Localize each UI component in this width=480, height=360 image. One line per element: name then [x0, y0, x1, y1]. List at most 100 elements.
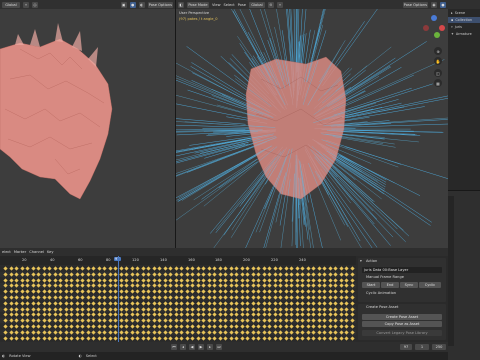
- keyframe[interactable]: [305, 330, 311, 335]
- copy-pose-as-asset-button[interactable]: Copy Pose as Asset: [362, 321, 442, 327]
- keyframe[interactable]: [107, 312, 113, 318]
- outliner-panel[interactable]: ▸ Scene ▪ Collection ▿ juris ✦ Armature: [448, 0, 480, 360]
- keyframe[interactable]: [344, 318, 349, 323]
- keyframe[interactable]: [74, 330, 80, 335]
- keyframe[interactable]: [107, 266, 113, 271]
- keyframe[interactable]: [146, 295, 151, 300]
- keyframe[interactable]: [245, 289, 250, 294]
- keyframe[interactable]: [19, 301, 25, 306]
- keyframe[interactable]: [212, 283, 217, 289]
- keyframe[interactable]: [261, 330, 267, 335]
- keyframe[interactable]: [173, 312, 179, 318]
- keyframe[interactable]: [113, 306, 118, 312]
- keyframe[interactable]: [223, 272, 228, 277]
- keyframe[interactable]: [234, 272, 239, 277]
- keyframe[interactable]: [118, 324, 124, 329]
- keyframe[interactable]: [96, 301, 102, 306]
- keyframe[interactable]: [333, 283, 338, 289]
- keyframe[interactable]: [228, 277, 234, 283]
- keyframe[interactable]: [113, 277, 118, 283]
- keyframe[interactable]: [344, 330, 349, 335]
- keyframe[interactable]: [327, 301, 333, 306]
- keyframe[interactable]: [113, 272, 118, 277]
- keyframe[interactable]: [261, 324, 267, 329]
- keyframe[interactable]: [173, 272, 179, 277]
- channel-row[interactable]: [0, 335, 356, 341]
- keyframe[interactable]: [96, 330, 102, 335]
- keyframe[interactable]: [223, 266, 228, 271]
- keyframe[interactable]: [157, 312, 162, 318]
- keyframe[interactable]: [349, 318, 355, 323]
- gizmo-y-axis-icon[interactable]: [434, 32, 440, 38]
- keyframe[interactable]: [80, 318, 85, 323]
- keyframe[interactable]: [206, 330, 212, 335]
- keyframe[interactable]: [283, 318, 289, 323]
- keyframe[interactable]: [184, 277, 190, 283]
- keyframe[interactable]: [162, 312, 168, 318]
- keyframe[interactable]: [206, 272, 212, 277]
- keyframe[interactable]: [135, 330, 140, 335]
- keyframe[interactable]: [151, 295, 157, 300]
- left-viewport[interactable]: [0, 9, 175, 256]
- keyframe[interactable]: [239, 283, 245, 289]
- keyframe[interactable]: [19, 295, 25, 300]
- keyframe[interactable]: [69, 277, 74, 283]
- keyframe[interactable]: [36, 324, 41, 329]
- keyframe[interactable]: [272, 301, 278, 306]
- keyframe[interactable]: [190, 335, 195, 341]
- keyframe[interactable]: [107, 283, 113, 289]
- keyframe[interactable]: [58, 335, 63, 341]
- keyframe[interactable]: [173, 324, 179, 329]
- keyframe[interactable]: [184, 272, 190, 277]
- keyframe[interactable]: [162, 272, 168, 277]
- keyframe[interactable]: [96, 335, 102, 341]
- keyframe[interactable]: [327, 306, 333, 312]
- keyframe[interactable]: [245, 277, 250, 283]
- keyframe[interactable]: [206, 289, 212, 294]
- keyframe[interactable]: [289, 272, 294, 277]
- keyframe[interactable]: [305, 295, 311, 300]
- pose-options-dropdown-main[interactable]: Pose Options: [402, 1, 428, 8]
- keyframe[interactable]: [300, 272, 305, 277]
- keyframe[interactable]: [228, 289, 234, 294]
- keyframe[interactable]: [118, 330, 124, 335]
- cyclic-animation-checkbox[interactable]: Cyclic Animation: [366, 291, 396, 295]
- keyframe[interactable]: [19, 289, 25, 294]
- keyframe[interactable]: [278, 272, 283, 277]
- keyframe[interactable]: [322, 289, 327, 294]
- keyframe[interactable]: [344, 266, 349, 271]
- keyframe[interactable]: [107, 301, 113, 306]
- keyframe[interactable]: [212, 312, 217, 318]
- keyframe[interactable]: [184, 283, 190, 289]
- keyframe[interactable]: [63, 324, 69, 329]
- keyframe[interactable]: [113, 335, 118, 341]
- keyframe[interactable]: [327, 289, 333, 294]
- keyframe[interactable]: [124, 324, 129, 329]
- keyframe[interactable]: [124, 272, 129, 277]
- keyframe[interactable]: [267, 301, 272, 306]
- keyframe[interactable]: [25, 335, 30, 341]
- keyframe[interactable]: [58, 277, 63, 283]
- keyframe[interactable]: [52, 318, 58, 323]
- keyframe[interactable]: [162, 289, 168, 294]
- keyframe[interactable]: [129, 335, 135, 341]
- keyframe[interactable]: [239, 266, 245, 271]
- keyframe[interactable]: [206, 295, 212, 300]
- keyframe[interactable]: [234, 266, 239, 271]
- menu-marker[interactable]: Marker: [14, 250, 26, 254]
- keyframe[interactable]: [96, 306, 102, 312]
- keyframe[interactable]: [168, 272, 173, 277]
- keyframe[interactable]: [135, 277, 140, 283]
- keyframe[interactable]: [157, 277, 162, 283]
- keyframe[interactable]: [289, 283, 294, 289]
- keyframe[interactable]: [113, 266, 118, 271]
- keyframe[interactable]: [30, 277, 36, 283]
- keyframe[interactable]: [135, 289, 140, 294]
- keyframe[interactable]: [234, 312, 239, 318]
- keyframe[interactable]: [239, 312, 245, 318]
- keyframe[interactable]: [228, 330, 234, 335]
- keyframe[interactable]: [349, 324, 355, 329]
- keyframe[interactable]: [305, 324, 311, 329]
- keyframe[interactable]: [80, 283, 85, 289]
- keyframe[interactable]: [311, 295, 316, 300]
